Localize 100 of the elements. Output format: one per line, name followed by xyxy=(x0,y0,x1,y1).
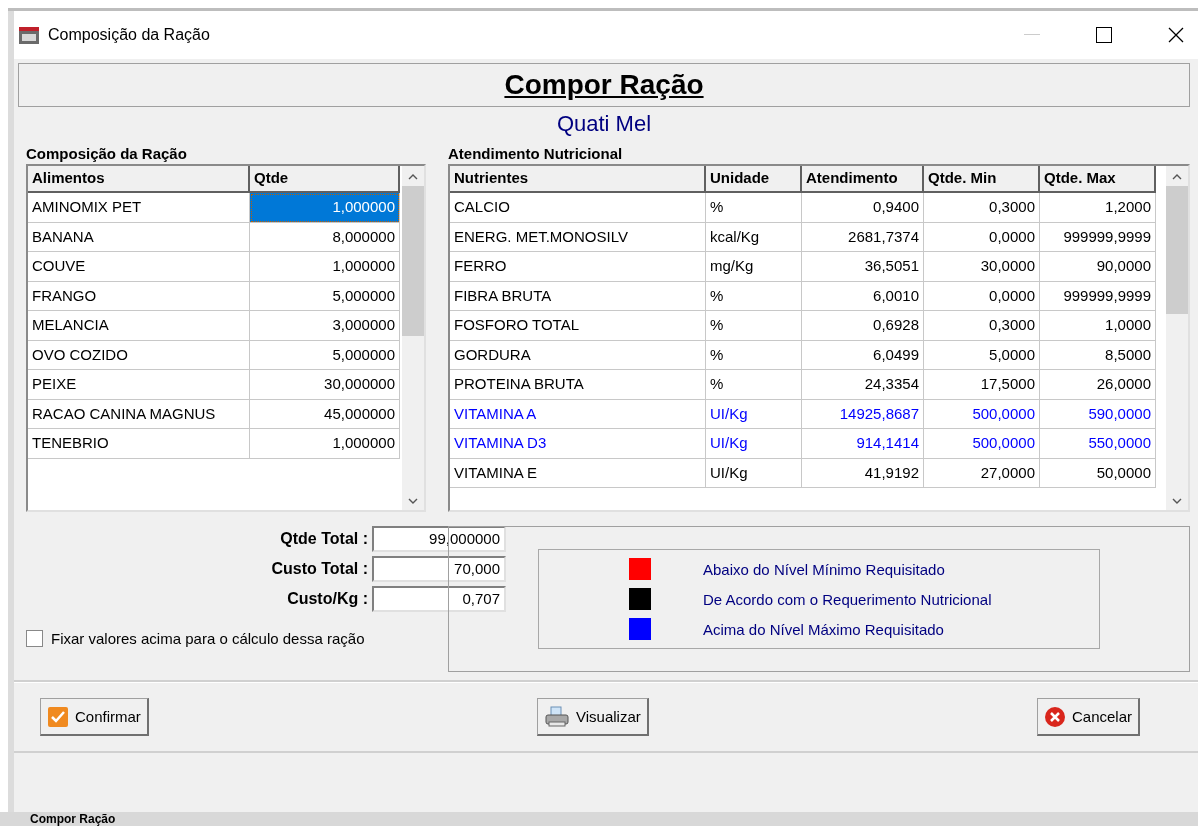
table-cell: kcal/Kg xyxy=(706,222,802,252)
total-label: Qtde Total : xyxy=(280,530,368,548)
table-cell: mg/Kg xyxy=(706,252,802,282)
table-cell: UI/Kg xyxy=(706,429,802,459)
table-cell: 999999,9999 xyxy=(1040,281,1156,311)
table-cell[interactable]: 1,000000 xyxy=(250,429,400,459)
checkbox-label[interactable]: Fixar valores acima para o cálculo dessa ração xyxy=(51,630,365,647)
column-header[interactable]: Unidade xyxy=(706,166,802,193)
table-cell: MELANCIA xyxy=(28,311,250,341)
table-cell: FERRO xyxy=(450,252,706,282)
table-cell: 0,9400 xyxy=(802,193,924,223)
table-cell: % xyxy=(706,340,802,370)
cancel-icon xyxy=(1043,705,1066,728)
table-cell: 500,0000 xyxy=(924,429,1040,459)
legend-label: Acima do Nível Máximo Requisitado xyxy=(703,620,944,638)
table-cell: CALCIO xyxy=(450,193,706,223)
table-cell: 0,0000 xyxy=(924,281,1040,311)
table-cell[interactable]: 3,000000 xyxy=(250,311,400,341)
table-cell: 550,0000 xyxy=(1040,429,1156,459)
table-cell: BANANA xyxy=(28,222,250,252)
confirm-button[interactable]: Confirmar xyxy=(40,698,149,736)
table-cell: % xyxy=(706,281,802,311)
printer-icon xyxy=(544,705,571,728)
table-cell: 27,0000 xyxy=(924,458,1040,488)
window-title: Composição da Ração xyxy=(48,26,210,44)
table-cell: OVO COZIDO xyxy=(28,340,250,370)
total-label: Custo/Kg : xyxy=(287,590,368,608)
table-cell: 1,2000 xyxy=(1040,193,1156,223)
table-cell: PROTEINA BRUTA xyxy=(450,370,706,400)
table-cell[interactable]: 8,000000 xyxy=(250,222,400,252)
scroll-up-icon[interactable] xyxy=(1172,174,1182,180)
table-cell: 0,3000 xyxy=(924,311,1040,341)
table-cell: ENERG. MET.MONOSILV xyxy=(450,222,706,252)
table-cell: % xyxy=(706,193,802,223)
table-cell: GORDURA xyxy=(450,340,706,370)
table-cell: 0,0000 xyxy=(924,222,1040,252)
table-cell: 17,5000 xyxy=(924,370,1040,400)
close-icon[interactable] xyxy=(1168,27,1184,43)
table-cell: 0,3000 xyxy=(924,193,1040,223)
table-cell: PEIXE xyxy=(28,370,250,400)
legend-label: Abaixo do Nível Mínimo Requisitado xyxy=(703,560,945,578)
cancel-button[interactable]: Cancelar xyxy=(1036,698,1140,736)
table-cell: % xyxy=(706,370,802,400)
table-cell: VITAMINA D3 xyxy=(450,429,706,459)
table-cell: VITAMINA E xyxy=(450,458,706,488)
table-cell: 914,1414 xyxy=(802,429,924,459)
total-field[interactable]: 0,707 xyxy=(372,586,506,612)
table-cell: FOSFORO TOTAL xyxy=(450,311,706,341)
table-cell: 6,0499 xyxy=(802,340,924,370)
table-cell: 26,0000 xyxy=(1040,370,1156,400)
column-header[interactable]: Qtde. Min xyxy=(924,166,1040,193)
preview-button[interactable]: Visualizar xyxy=(537,698,649,736)
table-cell[interactable]: 5,000000 xyxy=(250,340,400,370)
legend-label: De Acordo com o Requerimento Nutricional xyxy=(703,590,992,608)
table-cell[interactable]: 5,000000 xyxy=(250,281,400,311)
section-title: Composição da Ração xyxy=(26,145,188,162)
column-header[interactable]: Qtde xyxy=(250,166,400,193)
table-cell: UI/Kg xyxy=(706,399,802,429)
table-cell: 2681,7374 xyxy=(802,222,924,252)
maximize-icon[interactable] xyxy=(1096,27,1112,43)
table-cell: RACAO CANINA MAGNUS xyxy=(28,399,250,429)
scroll-down-icon[interactable] xyxy=(408,498,418,504)
table-cell: VITAMINA A xyxy=(450,399,706,429)
heading: Compor Ração xyxy=(504,69,704,101)
subtitle: Quati Mel xyxy=(555,111,653,137)
table-cell[interactable]: 1,000000 xyxy=(250,252,400,282)
scroll-down-icon[interactable] xyxy=(1172,498,1182,504)
total-field[interactable]: 70,000 xyxy=(372,556,506,582)
scroll-up-icon[interactable] xyxy=(408,174,418,180)
table-cell[interactable]: 1,000000 xyxy=(250,193,400,223)
section-title: Atendimento Nutricional xyxy=(448,145,624,162)
table-cell[interactable]: 45,000000 xyxy=(250,399,400,429)
column-header[interactable]: Alimentos xyxy=(28,166,250,193)
table-cell: 999999,9999 xyxy=(1040,222,1156,252)
table-cell: % xyxy=(706,311,802,341)
table-cell: 50,0000 xyxy=(1040,458,1156,488)
table-cell: FRANGO xyxy=(28,281,250,311)
table-cell: 590,0000 xyxy=(1040,399,1156,429)
scrollbar[interactable] xyxy=(1166,166,1188,510)
column-header[interactable]: Atendimento xyxy=(802,166,924,193)
scrollbar[interactable] xyxy=(402,166,424,510)
column-header[interactable]: Nutrientes xyxy=(450,166,706,193)
table-cell: COUVE xyxy=(28,252,250,282)
table-cell: 6,0010 xyxy=(802,281,924,311)
table-cell: TENEBRIO xyxy=(28,429,250,459)
table-cell: 36,5051 xyxy=(802,252,924,282)
table-cell: UI/Kg xyxy=(706,458,802,488)
table-cell: 0,6928 xyxy=(802,311,924,341)
table-cell: 500,0000 xyxy=(924,399,1040,429)
table-cell: 24,3354 xyxy=(802,370,924,400)
table-cell[interactable]: 30,000000 xyxy=(250,370,400,400)
total-field[interactable]: 99,000000 xyxy=(372,526,506,552)
column-header[interactable]: Qtde. Max xyxy=(1040,166,1156,193)
table-cell: 5,0000 xyxy=(924,340,1040,370)
table-cell: FIBRA BRUTA xyxy=(450,281,706,311)
table-cell: 14925,8687 xyxy=(802,399,924,429)
checkbox[interactable] xyxy=(26,630,43,647)
table-cell: 90,0000 xyxy=(1040,252,1156,282)
table-cell: 41,9192 xyxy=(802,458,924,488)
table-cell: 8,5000 xyxy=(1040,340,1156,370)
